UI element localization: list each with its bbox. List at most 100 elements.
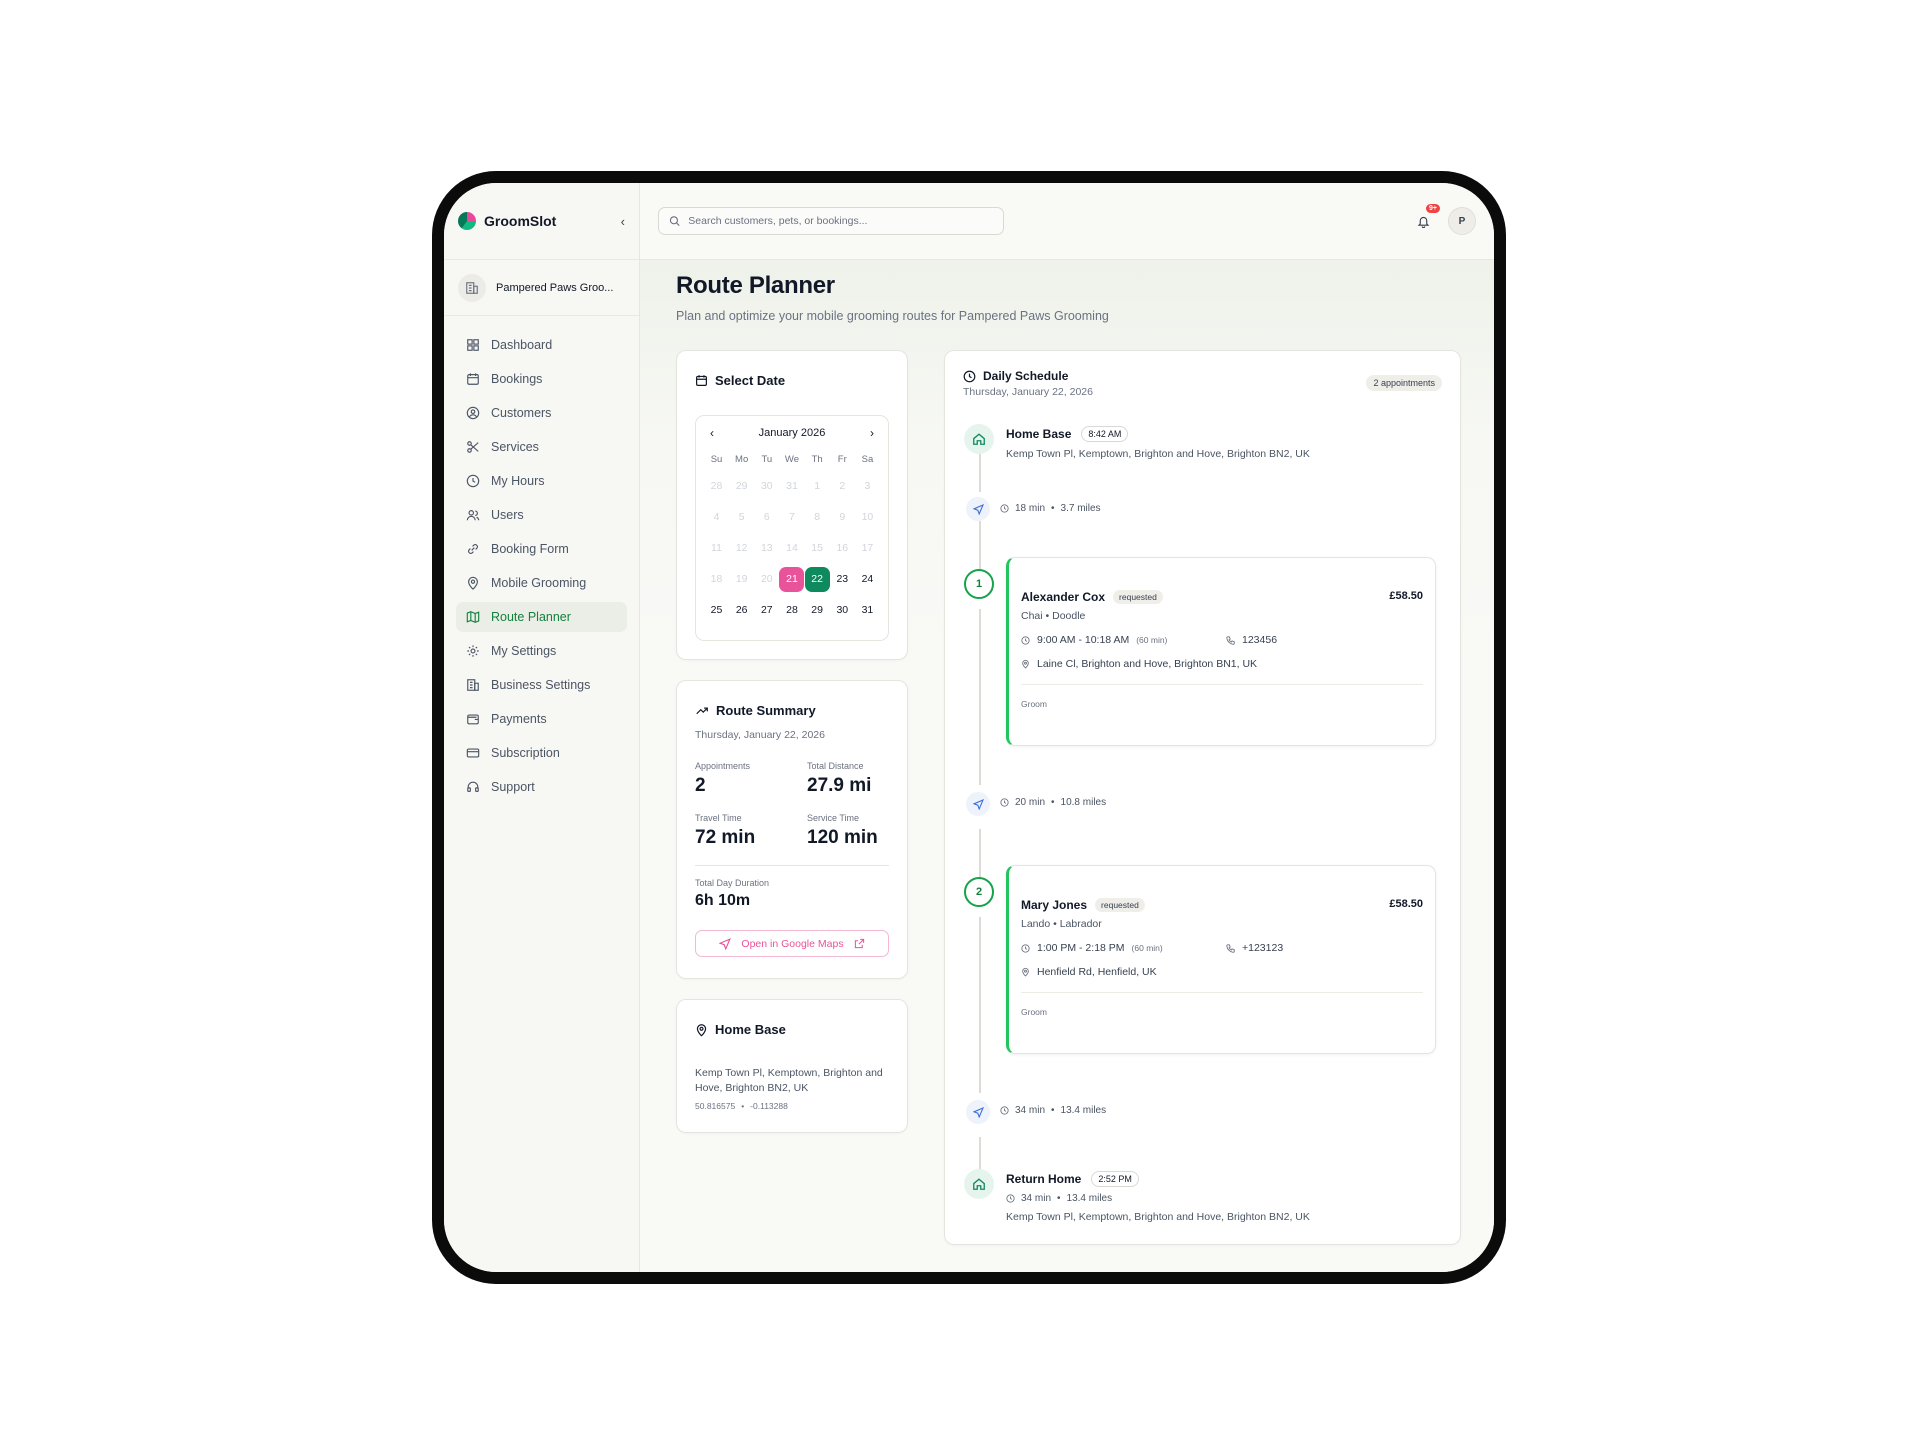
calendar-day: 12 <box>735 542 748 554</box>
app-screen: GroomSlot ‹ Pampered Paws Groo... Dashbo… <box>444 183 1494 1272</box>
calendar-day[interactable]: 31 <box>855 598 880 623</box>
send-icon <box>719 937 732 950</box>
sidebar-item-my-settings[interactable]: My Settings <box>456 636 627 666</box>
appointment-card[interactable]: Alexander Cox requested £58.50 Chai • Do… <box>1006 557 1436 746</box>
calendar-day[interactable]: 26 <box>729 598 754 623</box>
credit-card-icon <box>466 748 480 758</box>
collapse-sidebar-button[interactable]: ‹ <box>621 214 625 229</box>
calendar-day[interactable]: 28 <box>779 598 804 623</box>
prev-month-button[interactable]: ‹ <box>710 426 714 440</box>
route-summary-title: Route Summary <box>695 703 816 718</box>
map-pin-icon <box>1022 659 1029 669</box>
home-base-lat: 50.816575 <box>695 1101 736 1111</box>
timeline-connector <box>979 521 981 569</box>
calendar-day: 31 <box>786 480 798 492</box>
user-avatar[interactable]: P <box>1448 207 1476 235</box>
daily-schedule-title: Daily Schedule <box>963 369 1068 383</box>
return-home-stop-marker <box>964 1169 994 1199</box>
weekday-label: Sa <box>861 454 874 465</box>
search-box[interactable] <box>658 207 1004 235</box>
sidebar-item-services[interactable]: Services <box>456 432 627 462</box>
sidebar-item-bookings[interactable]: Bookings <box>456 364 627 394</box>
appointment-card[interactable]: Mary Jones requested £58.50 Lando • Labr… <box>1006 865 1436 1054</box>
calendar-day: 20 <box>760 573 773 585</box>
org-switcher[interactable]: Pampered Paws Groo... <box>444 260 639 316</box>
calendar-day[interactable]: 27 <box>754 598 779 623</box>
divider <box>695 865 889 866</box>
sidebar-item-my-hours[interactable]: My Hours <box>456 466 627 496</box>
calendar-day[interactable]: 25 <box>704 598 729 623</box>
calendar-day: 16 <box>836 542 849 554</box>
return-home-stop: Return Home 2:52 PM 34 min • 13.4 miles … <box>1006 1171 1310 1223</box>
sidebar-item-subscription[interactable]: Subscription <box>456 738 627 768</box>
travel-leg-marker <box>966 1100 990 1124</box>
gear-icon <box>467 645 479 657</box>
notifications-button[interactable]: 9+ <box>1414 204 1440 230</box>
clock-icon <box>1021 635 1030 645</box>
sidebar-item-business-settings[interactable]: Business Settings <box>456 670 627 700</box>
select-date-card: Select Date ‹ January 2026 › Su Mo Tu We Th F… <box>676 350 908 660</box>
map-pin-icon <box>468 576 478 590</box>
home-base-stop-marker <box>964 424 994 454</box>
travel-leg-1: 18 min • 3.7 miles <box>1000 503 1101 514</box>
calendar-day: 4 <box>713 511 720 523</box>
appointment-phone-row: +123123 <box>1226 942 1283 954</box>
calendar-month: January 2026 <box>758 427 826 439</box>
calendar-day[interactable]: 22 <box>804 567 830 592</box>
home-base-title: Home Base <box>695 1022 786 1037</box>
dashboard-icon <box>467 339 479 351</box>
daily-schedule-date: Thursday, January 22, 2026 <box>963 386 1093 398</box>
customer-name: Mary Jones <box>1021 898 1088 912</box>
calendar-day: 17 <box>861 542 874 554</box>
sidebar-item-label: Bookings <box>491 372 543 386</box>
home-base-coordinates: 50.816575 • -0.113288 <box>695 1101 788 1111</box>
clock-icon <box>1000 1106 1009 1115</box>
weekday-label: Fr <box>837 454 847 465</box>
sidebar-item-route-planner[interactable]: Route Planner <box>456 602 627 632</box>
clock-icon <box>466 474 480 488</box>
headset-icon <box>467 781 479 792</box>
clock-icon <box>1000 504 1009 513</box>
travel-leg-marker <box>966 497 990 521</box>
page-subtitle: Plan and optimize your mobile grooming r… <box>676 309 1109 323</box>
calendar-day[interactable]: 23 <box>830 567 855 592</box>
appointment-price: £58.50 <box>1389 590 1423 602</box>
sidebar-item-dashboard[interactable]: Dashboard <box>456 330 627 360</box>
sidebar-item-mobile-grooming[interactable]: Mobile Grooming <box>456 568 627 598</box>
calendar-day: 13 <box>760 542 773 554</box>
home-base-stop-address: Kemp Town Pl, Kemptown, Brighton and Hov… <box>1006 448 1310 460</box>
travel-leg-2: 20 min • 10.8 miles <box>1000 797 1106 808</box>
logo-icon <box>458 212 476 230</box>
search-input[interactable] <box>688 215 993 227</box>
calendar-day: 10 <box>861 511 874 523</box>
open-google-maps-button[interactable]: Open in Google Maps <box>695 930 889 957</box>
home-icon <box>973 1178 985 1190</box>
clock-icon <box>963 370 976 382</box>
calendar-day[interactable]: 24 <box>855 567 880 592</box>
navigation-icon <box>972 1106 984 1118</box>
clock-icon <box>1021 943 1030 953</box>
sidebar-item-customers[interactable]: Customers <box>456 398 627 428</box>
calendar-day: 2 <box>839 480 846 492</box>
scissors-icon <box>467 441 479 453</box>
calendar-day[interactable]: 30 <box>830 598 855 623</box>
calendar-day: 15 <box>811 542 823 554</box>
timeline-connector <box>979 829 981 884</box>
timeline-connector <box>979 917 981 1093</box>
return-home-title: Return Home <box>1006 1172 1082 1186</box>
stat-travel-time: Travel Time 72 min <box>695 813 756 848</box>
notification-count-badge: 9+ <box>1426 204 1440 213</box>
sidebar-item-label: Mobile Grooming <box>491 576 587 590</box>
calendar-day[interactable]: 29 <box>805 598 830 623</box>
map-icon <box>466 611 480 623</box>
phone-icon <box>1226 635 1235 645</box>
stat-total-day-duration: Total Day Duration 6h 10m <box>695 878 770 909</box>
sidebar-item-support[interactable]: Support <box>456 772 627 802</box>
sidebar-item-booking-form[interactable]: Booking Form <box>456 534 627 564</box>
next-month-button[interactable]: › <box>870 426 874 440</box>
users-icon <box>466 510 480 521</box>
sidebar-item-payments[interactable]: Payments <box>456 704 627 734</box>
sidebar-item-label: My Settings <box>491 644 557 658</box>
sidebar-item-users[interactable]: Users <box>456 500 627 530</box>
calendar-day[interactable]: 21 <box>779 567 805 592</box>
